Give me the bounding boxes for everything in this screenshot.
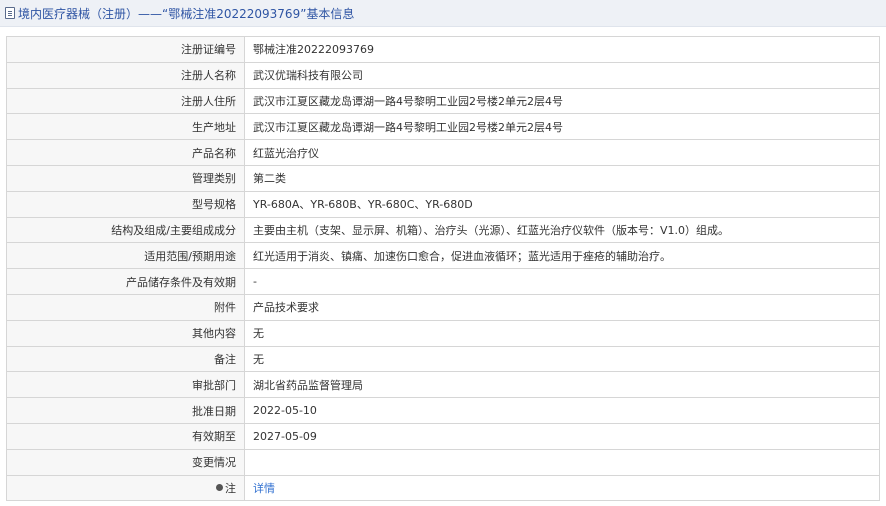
page-header: 境内医疗器械（注册）——“鄂械注准20222093769”基本信息 <box>0 0 886 27</box>
pin-icon <box>216 484 223 492</box>
row-label: 备注 <box>6 345 245 373</box>
row-label: 附件 <box>6 293 245 321</box>
row-value: 主要由主机（支架、显示屏、机箱）、治疗头（光源）、红蓝光治疗仪软件（版本号：V1… <box>244 216 880 244</box>
row-value: 湖北省药品监督管理局 <box>244 371 880 399</box>
row-label: 管理类别 <box>6 164 245 192</box>
table-row: 生产地址 武汉市江夏区藏龙岛谭湖一路4号黎明工业园2号楼2单元2层4号 <box>6 113 880 141</box>
row-value: 红光适用于消炎、镇痛、加速伤口愈合，促进血液循环；蓝光适用于痤疮的辅助治疗。 <box>244 242 880 270</box>
row-value: 无 <box>244 319 880 347</box>
table-row: 适用范围/预期用途 红光适用于消炎、镇痛、加速伤口愈合，促进血液循环；蓝光适用于痤… <box>6 242 880 270</box>
table-row: 附件 产品技术要求 <box>6 293 880 321</box>
info-table: 注册证编号 鄂械注准20222093769 注册人名称 武汉优瑞科技有限公司 注册人住所… <box>6 36 880 502</box>
row-label: 注册证编号 <box>6 36 245 63</box>
table-row: 备注无 <box>6 345 880 373</box>
table-row-note: 注 详情 <box>6 474 880 502</box>
row-label: 有效期至 <box>6 422 245 450</box>
row-label: 注册人住所 <box>6 87 245 115</box>
row-value: YR-680A、YR-680B、YR-680C、YR-680D <box>244 190 880 218</box>
row-label: 审批部门 <box>6 371 245 399</box>
table-row: 注册证编号 鄂械注准20222093769 <box>6 36 880 63</box>
table-row: 产品储存条件及有效期 - <box>6 268 880 295</box>
info-table-body: 注册证编号 鄂械注准20222093769 注册人名称 武汉优瑞科技有限公司 注册人住所… <box>6 36 880 476</box>
row-value: 武汉市江夏区藏龙岛谭湖一路4号黎明工业园2号楼2单元2层4号 <box>244 87 880 115</box>
row-value: 无 <box>244 345 880 373</box>
table-row: 管理类别 第二类 <box>6 164 880 192</box>
row-value: 武汉市江夏区藏龙岛谭湖一路4号黎明工业园2号楼2单元2层4号 <box>244 113 880 141</box>
table-row: 产品名称 红蓝光治疗仪 <box>6 139 880 166</box>
row-label: 产品名称 <box>6 139 245 166</box>
page-title: 境内医疗器械（注册）——“鄂械注准20222093769”基本信息 <box>18 6 355 21</box>
row-label: 产品储存条件及有效期 <box>6 268 245 295</box>
row-value: 鄂械注准20222093769 <box>244 36 880 63</box>
table-row: 型号规格 YR-680A、YR-680B、YR-680C、YR-680D <box>6 190 880 218</box>
note-label: 注 <box>225 481 236 495</box>
row-label: 其他内容 <box>6 319 245 347</box>
note-section: 注 详情 <box>6 474 880 502</box>
table-row: 批准日期 2022-05-10 <box>6 397 880 424</box>
row-value: 武汉优瑞科技有限公司 <box>244 61 880 89</box>
row-value <box>244 448 880 476</box>
row-label: 结构及组成/主要组成成分 <box>6 216 245 244</box>
table-row: 注册人名称 武汉优瑞科技有限公司 <box>6 61 880 89</box>
row-label: 生产地址 <box>6 113 245 141</box>
row-value: 2027-05-09 <box>244 422 880 450</box>
row-label: 注 <box>6 474 245 502</box>
row-label: 适用范围/预期用途 <box>6 242 245 270</box>
table-row: 其他内容无 <box>6 319 880 347</box>
table-row: 注册人住所 武汉市江夏区藏龙岛谭湖一路4号黎明工业园2号楼2单元2层4号 <box>6 87 880 115</box>
row-label: 批准日期 <box>6 397 245 424</box>
detail-link[interactable]: 详情 <box>253 482 275 495</box>
row-label: 型号规格 <box>6 190 245 218</box>
table-row: 变更情况 <box>6 448 880 476</box>
table-row: 有效期至 2027-05-09 <box>6 422 880 450</box>
row-value: 产品技术要求 <box>244 293 880 321</box>
table-row: 审批部门 湖北省药品监督管理局 <box>6 371 880 399</box>
row-value: 红蓝光治疗仪 <box>244 139 880 166</box>
document-icon <box>5 7 15 19</box>
row-value: 2022-05-10 <box>244 397 880 424</box>
row-value: 第二类 <box>244 164 880 192</box>
table-row: 结构及组成/主要组成成分 主要由主机（支架、显示屏、机箱）、治疗头（光源）、红蓝光… <box>6 216 880 244</box>
row-label: 注册人名称 <box>6 61 245 89</box>
row-label: 变更情况 <box>6 448 245 476</box>
row-value: 详情 <box>244 474 880 502</box>
row-value: - <box>244 268 880 295</box>
